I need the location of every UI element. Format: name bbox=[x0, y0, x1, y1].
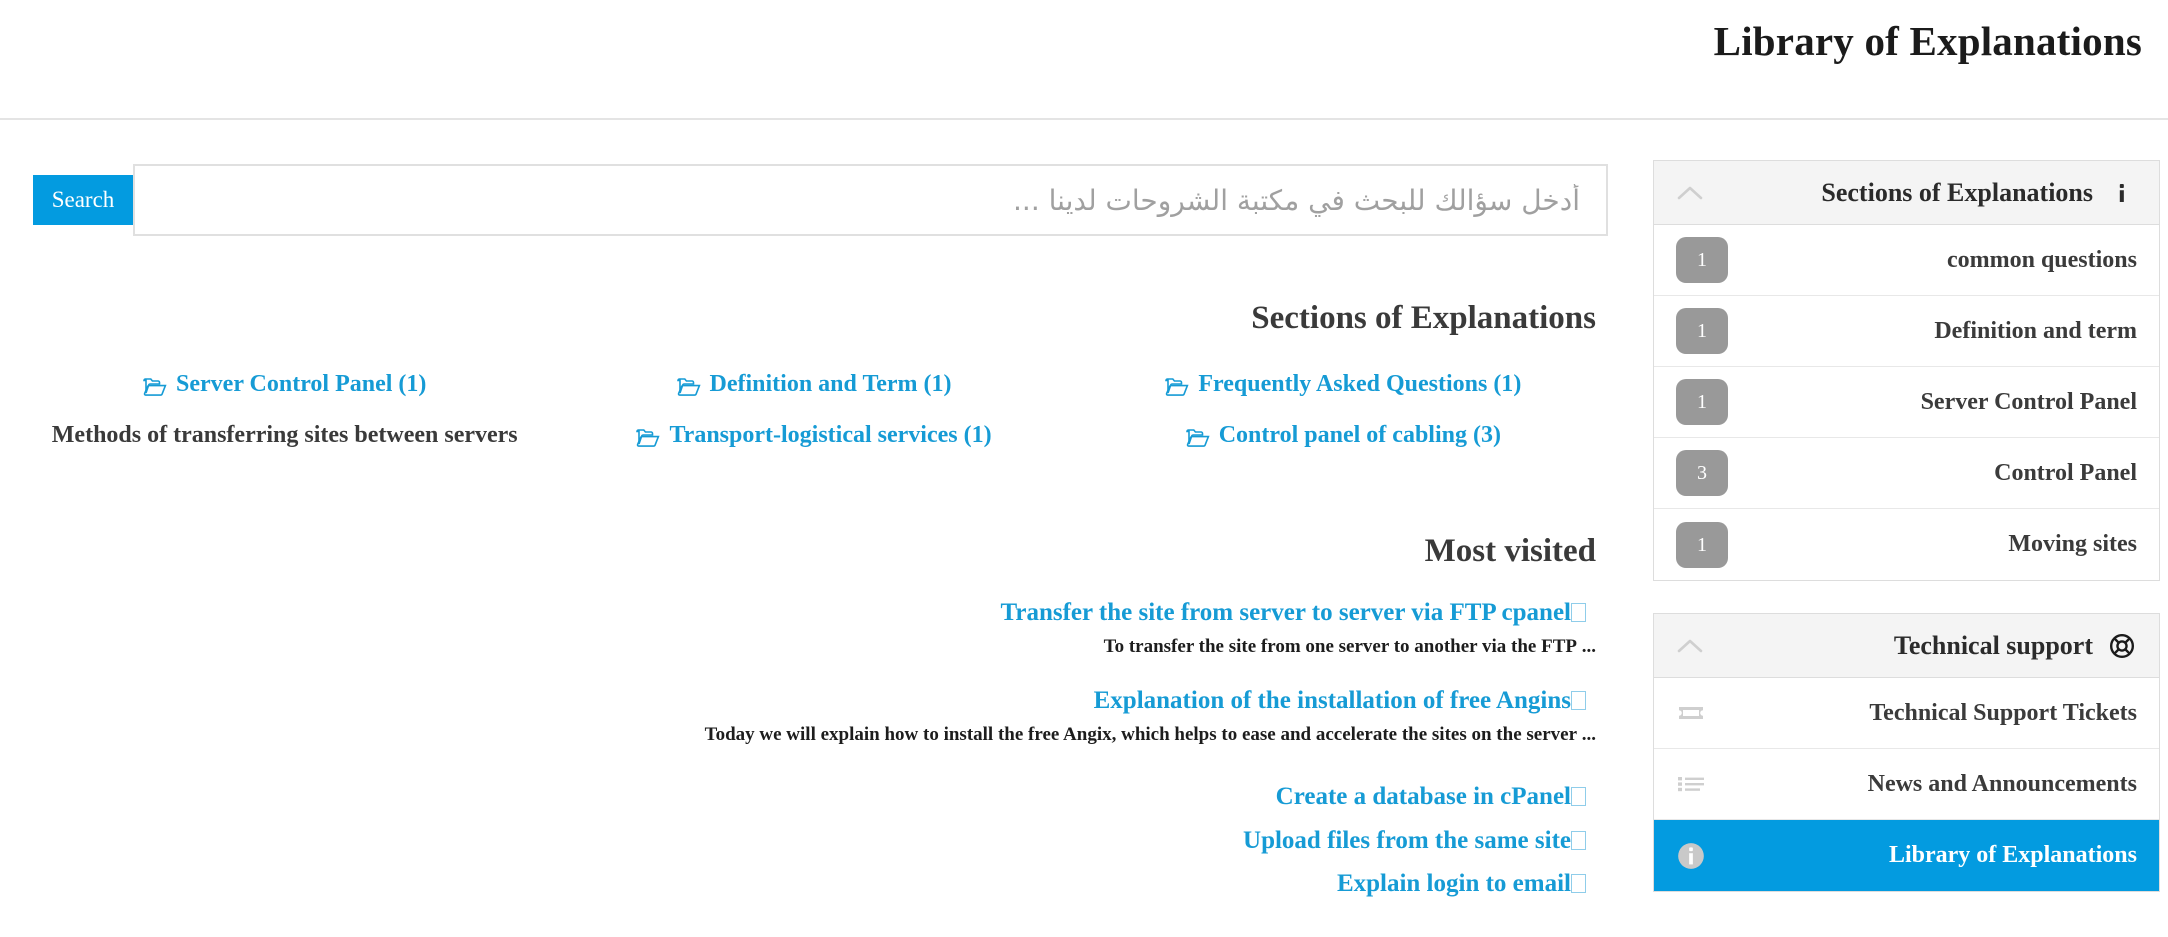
missing-glyph-icon bbox=[1571, 830, 1586, 850]
list-item: Explanation of the installation of free … bbox=[20, 682, 1608, 748]
missing-glyph-icon bbox=[1571, 603, 1586, 622]
missing-glyph-icon bbox=[1571, 874, 1586, 894]
section-plain-label: Methods of transferring sites between se… bbox=[51, 422, 518, 448]
section-link-control-panel-of-cabling[interactable]: (Control panel of cabling (3 bbox=[1185, 422, 1501, 449]
most-visited-list: Transfer the site from server to server … bbox=[20, 594, 1608, 903]
panel-technical-support: Technical support Technical Support Tick… bbox=[1653, 613, 2160, 892]
page-header: Library of Explanations bbox=[0, 0, 2168, 120]
most-visited-link-upload-files[interactable]: Upload files from the same site bbox=[20, 822, 1608, 860]
section-link-label: (Transport-logistical services (1 bbox=[669, 422, 992, 448]
section-cell: (Transport-logistical services (1 bbox=[549, 416, 1078, 467]
sidebar-item-technical-support-tickets[interactable]: Technical Support Tickets bbox=[1654, 678, 2159, 749]
sidebar-item-label: Technical Support Tickets bbox=[1869, 699, 2137, 726]
page-title: Library of Explanations bbox=[1713, 18, 2142, 64]
list-item: Create a database in cPanel bbox=[20, 778, 1608, 816]
info-icon bbox=[2107, 178, 2137, 208]
section-link-label: (Server Control Panel (1 bbox=[176, 371, 427, 397]
section-cell: Methods of transferring sites between se… bbox=[20, 416, 549, 467]
most-visited-description: ... To transfer the site from one server… bbox=[1103, 635, 1596, 657]
section-link-label: (Frequently Asked Questions (1 bbox=[1198, 371, 1522, 397]
life-ring-icon bbox=[2107, 631, 2137, 661]
most-visited-link-label: Explanation of the installation of free … bbox=[1093, 687, 1571, 715]
most-visited-link-nginx-install[interactable]: Explanation of the installation of free … bbox=[20, 682, 1608, 720]
status-badge: 1 bbox=[1676, 379, 1728, 425]
status-badge: 1 bbox=[1676, 237, 1728, 283]
list-icon bbox=[1676, 769, 1706, 799]
sections-grid: (Frequently Asked Questions (1 (Definiti… bbox=[20, 365, 1608, 467]
list-item: Upload files from the same site bbox=[20, 822, 1608, 860]
list-item: Transfer the site from server to server … bbox=[20, 594, 1608, 660]
sections-heading: Sections of Explanations bbox=[1251, 300, 1596, 336]
section-cell: (Server Control Panel (1 bbox=[20, 365, 549, 416]
section-link-server-control-panel[interactable]: (Server Control Panel (1 bbox=[143, 371, 426, 398]
search-button[interactable]: Search bbox=[33, 175, 133, 225]
main-content: Sections of Explanations (Frequently Ask… bbox=[20, 300, 1608, 909]
panel-header-title: Sections of Explanations bbox=[1821, 177, 2093, 207]
search-input[interactable] bbox=[133, 164, 1608, 236]
page-root: Library of Explanations Search Sections … bbox=[0, 0, 2168, 937]
most-visited-link-create-database[interactable]: Create a database in cPanel bbox=[20, 778, 1608, 816]
section-cell: (Control panel of cabling (3 bbox=[1079, 416, 1608, 467]
sidebar-item-label: Server Control Panel bbox=[1920, 388, 2137, 415]
most-visited-link-email-login[interactable]: Explain login to email bbox=[20, 865, 1608, 903]
most-visited-link-label: Explain login to email bbox=[1336, 870, 1571, 898]
info-circle-icon bbox=[1676, 841, 1706, 871]
sidebar-item-label: News and Announcements bbox=[1867, 770, 2137, 797]
section-link-label: (Control panel of cabling (3 bbox=[1218, 422, 1501, 448]
ticket-icon bbox=[1676, 698, 1706, 728]
sidebar-item-label: Control Panel bbox=[1994, 459, 2137, 486]
panel-header[interactable]: Sections of Explanations bbox=[1654, 161, 2159, 225]
sidebar: Sections of Explanations common question… bbox=[1653, 160, 2160, 924]
sidebar-item-library-of-explanations[interactable]: Library of Explanations bbox=[1654, 820, 2159, 891]
sidebar-item-label: Definition and term bbox=[1934, 317, 2137, 344]
most-visited-heading: Most visited bbox=[1424, 533, 1596, 569]
most-visited-link-label: Transfer the site from server to server … bbox=[1000, 599, 1571, 626]
most-visited-description: ... Today we will explain how to install… bbox=[704, 723, 1596, 745]
panel-header-title-group: Sections of Explanations bbox=[1821, 178, 2137, 208]
sidebar-item-definition-and-term[interactable]: Definition and term 1 bbox=[1654, 296, 2159, 367]
sidebar-item-common-questions[interactable]: common questions 1 bbox=[1654, 225, 2159, 296]
sidebar-item-control-panel[interactable]: Control Panel 3 bbox=[1654, 438, 2159, 509]
sidebar-item-news-and-announcements[interactable]: News and Announcements bbox=[1654, 749, 2159, 820]
panel-header-title: Technical support bbox=[1893, 630, 2093, 660]
status-badge: 3 bbox=[1676, 450, 1728, 496]
folder-open-icon bbox=[143, 377, 167, 397]
folder-open-icon bbox=[1185, 428, 1210, 448]
list-item: Explain login to email bbox=[20, 865, 1608, 903]
panel-header-title-group: Technical support bbox=[1894, 631, 2137, 661]
sections-list: common questions 1 Definition and term 1… bbox=[1654, 225, 2159, 580]
section-link-transport-logistical-services[interactable]: (Transport-logistical services (1 bbox=[636, 422, 992, 449]
folder-open-icon bbox=[1165, 377, 1189, 397]
panel-header[interactable]: Technical support bbox=[1654, 614, 2159, 678]
missing-glyph-icon bbox=[1571, 691, 1586, 711]
status-badge: 1 bbox=[1676, 308, 1728, 354]
folder-open-icon bbox=[636, 428, 661, 448]
section-link-faq[interactable]: (Frequently Asked Questions (1 bbox=[1165, 371, 1521, 398]
search-bar: Search bbox=[33, 164, 1608, 239]
chevron-up-icon[interactable] bbox=[1676, 184, 1704, 202]
folder-open-icon bbox=[676, 377, 701, 397]
sidebar-item-moving-sites[interactable]: Moving sites 1 bbox=[1654, 509, 2159, 580]
section-cell: (Frequently Asked Questions (1 bbox=[1079, 365, 1608, 416]
most-visited-link-label: Upload files from the same site bbox=[1243, 826, 1571, 854]
chevron-up-icon[interactable] bbox=[1676, 637, 1704, 655]
most-visited-link-label: Create a database in cPanel bbox=[1275, 783, 1571, 811]
section-link-label: (Definition and Term (1 bbox=[709, 371, 952, 397]
section-cell: (Definition and Term (1 bbox=[549, 365, 1078, 416]
sidebar-item-label: Library of Explanations bbox=[1888, 842, 2137, 868]
sidebar-item-label: common questions bbox=[1946, 246, 2137, 273]
support-list: Technical Support Tickets News and Annou… bbox=[1654, 678, 2159, 891]
section-link-definition-and-term[interactable]: (Definition and Term (1 bbox=[676, 371, 952, 398]
missing-glyph-icon bbox=[1571, 787, 1586, 807]
panel-sections-of-explanations: Sections of Explanations common question… bbox=[1653, 160, 2160, 581]
sidebar-item-label: Moving sites bbox=[2008, 531, 2137, 557]
most-visited-link-ftp-transfer[interactable]: Transfer the site from server to server … bbox=[20, 594, 1608, 632]
sidebar-item-server-control-panel[interactable]: Server Control Panel 1 bbox=[1654, 367, 2159, 438]
status-badge: 1 bbox=[1676, 521, 1728, 568]
